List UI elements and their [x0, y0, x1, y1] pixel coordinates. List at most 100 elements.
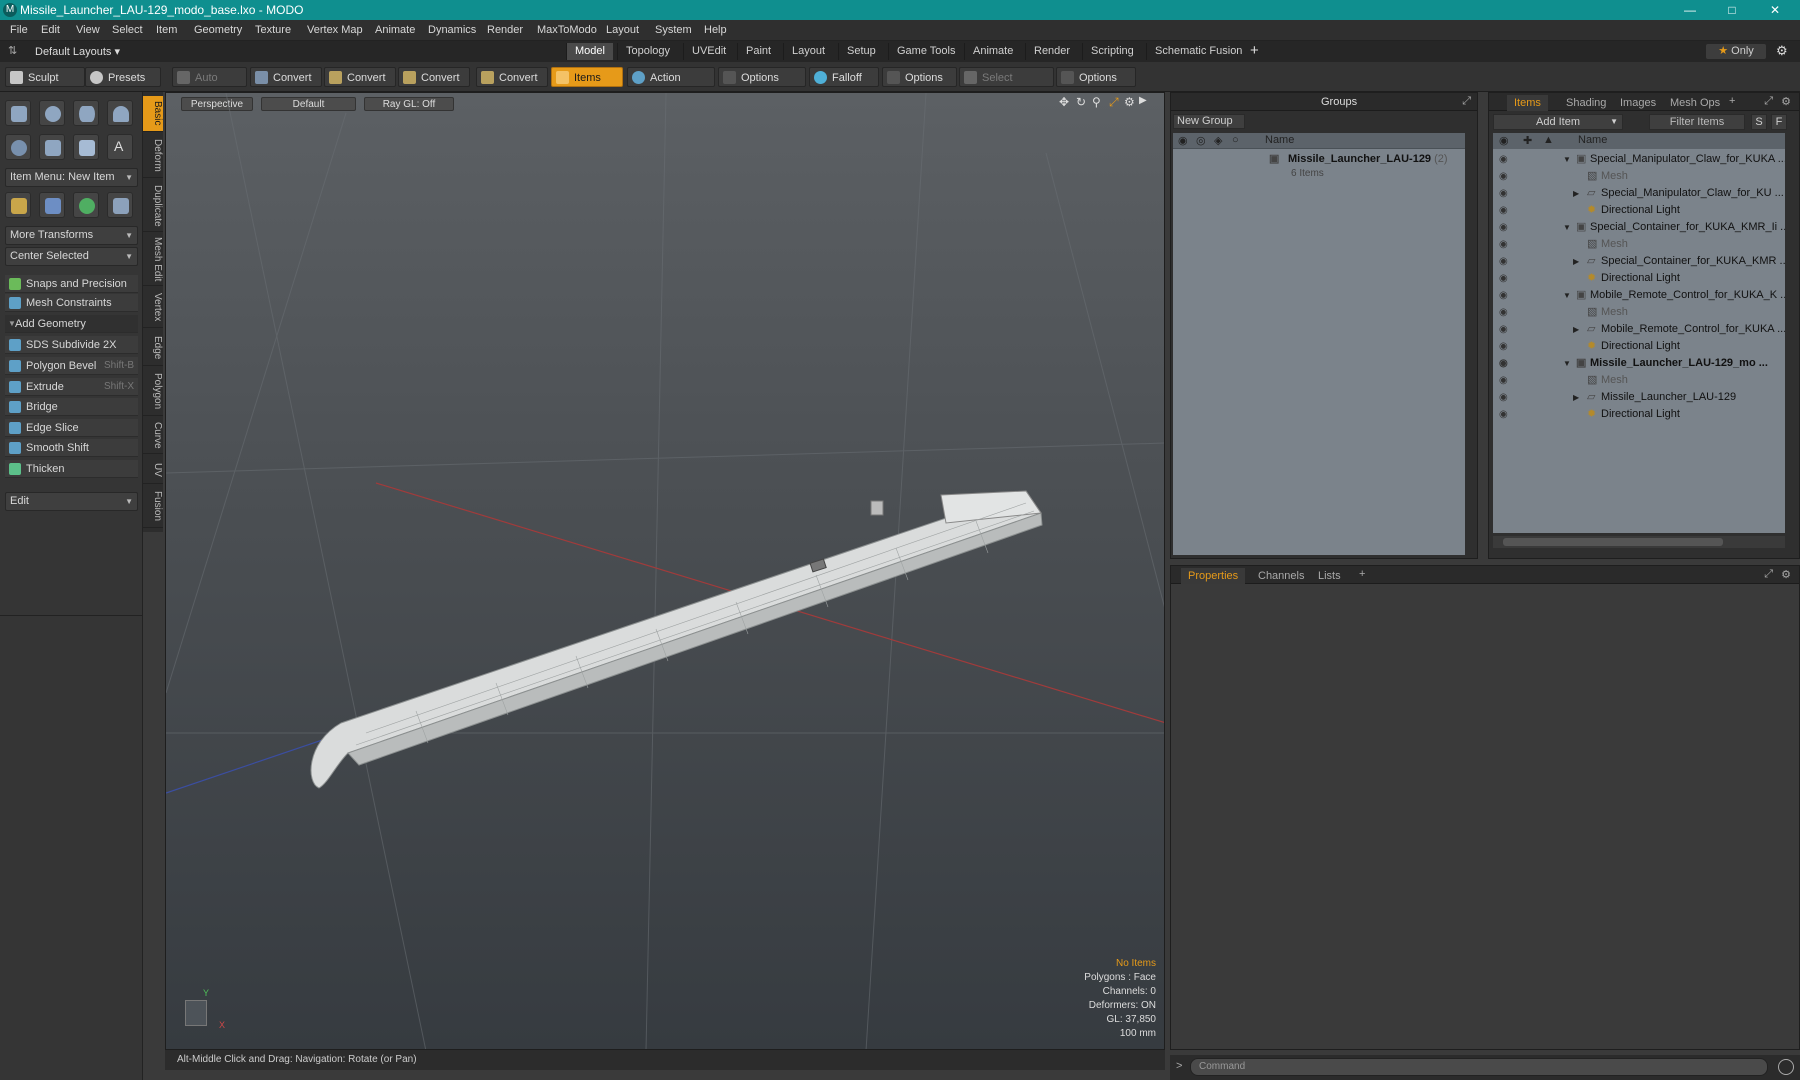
- tab-items[interactable]: Items: [1507, 95, 1548, 111]
- prism-icon[interactable]: [107, 192, 133, 218]
- item-row[interactable]: ◉ ▶ ▱ Special_Container_for_KUKA_KMR ...: [1493, 253, 1785, 270]
- layout-icon[interactable]: ⇅: [8, 44, 17, 57]
- maximize-button[interactable]: □: [1712, 0, 1752, 20]
- snaps-precision-button[interactable]: Snaps and Precision: [5, 275, 138, 293]
- expand-icon[interactable]: ⤢: [1462, 95, 1471, 108]
- vtab-uv[interactable]: UV: [143, 456, 163, 484]
- menu-render[interactable]: Render: [487, 24, 523, 36]
- horizontal-scrollbar[interactable]: [1493, 536, 1785, 548]
- tab-schematic-fusion[interactable]: Schematic Fusion: [1146, 43, 1250, 60]
- tab-render[interactable]: Render: [1025, 43, 1078, 60]
- visibility-eye-icon[interactable]: ◉: [1499, 219, 1508, 236]
- edit-dropdown[interactable]: Edit ▼: [5, 492, 138, 511]
- vtab-mesh-edit[interactable]: Mesh Edit: [143, 234, 163, 286]
- globe-icon[interactable]: [73, 192, 99, 218]
- menu-animate[interactable]: Animate: [375, 24, 415, 36]
- convert-button-1[interactable]: Convert: [250, 67, 322, 87]
- minimize-button[interactable]: —: [1670, 0, 1710, 20]
- item-row[interactable]: ◉ ✹ Directional Light: [1493, 338, 1785, 355]
- select-through-button[interactable]: Select Through: [959, 67, 1054, 104]
- tab-paint[interactable]: Paint: [737, 43, 779, 60]
- scrollbar-thumb[interactable]: [1503, 538, 1723, 546]
- tab-game-tools[interactable]: Game Tools: [888, 43, 964, 60]
- presets-button[interactable]: Presets F6: [85, 67, 161, 103]
- menu-select[interactable]: Select: [112, 24, 143, 36]
- layouts-dropdown[interactable]: Default Layouts ▾: [35, 45, 120, 58]
- item-row[interactable]: ◉ ✹ Directional Light: [1493, 202, 1785, 219]
- visibility-eye-icon[interactable]: ◉: [1499, 202, 1508, 219]
- 3d-viewport[interactable]: Perspective Default Ray GL: Off ✥ ↻ ⚲ ⤢ …: [165, 92, 1165, 1050]
- expand-arrow-icon[interactable]: ▶: [1573, 389, 1579, 406]
- options-button-1[interactable]: Options: [718, 67, 806, 87]
- filter-items-input[interactable]: Filter Items: [1649, 114, 1745, 130]
- command-input[interactable]: Command: [1190, 1058, 1768, 1076]
- tool-edge-slice[interactable]: Edge Slice: [5, 419, 138, 437]
- cube-icon[interactable]: [5, 100, 31, 126]
- menu-maxtomodo[interactable]: MaxToModo: [537, 24, 597, 36]
- item-row[interactable]: ◉ ▶ ▱ Missile_Launcher_LAU-129: [1493, 389, 1785, 406]
- gear-icon[interactable]: ⚙: [1781, 95, 1791, 108]
- tab-layout[interactable]: Layout: [783, 43, 833, 60]
- vtab-polygon[interactable]: Polygon: [143, 368, 163, 416]
- visibility-eye-icon[interactable]: ◉: [1499, 151, 1508, 168]
- visibility-eye-icon[interactable]: ◉: [1499, 304, 1508, 321]
- transform-icon[interactable]: [5, 192, 31, 218]
- convert-button-2[interactable]: Convert: [324, 67, 396, 87]
- f-filter-button[interactable]: F: [1771, 114, 1787, 130]
- tool-extrude[interactable]: Extrude Shift-X: [5, 378, 138, 396]
- gear-icon[interactable]: ⚙: [1776, 43, 1788, 59]
- add-geometry-section[interactable]: ▼ Add Geometry: [5, 315, 138, 333]
- tab-model[interactable]: Model: [566, 43, 613, 60]
- tool-smooth-shift[interactable]: Smooth Shift: [5, 439, 138, 457]
- s-filter-button[interactable]: S: [1751, 114, 1767, 130]
- item-row[interactable]: ◉ ▶ ▱ Mobile_Remote_Control_for_KUKA ...: [1493, 321, 1785, 338]
- tab-uvedit[interactable]: UVEdit: [683, 43, 734, 60]
- convert-button-3[interactable]: Convert: [398, 67, 470, 87]
- record-icon[interactable]: [1778, 1059, 1794, 1075]
- item-menu-dropdown[interactable]: Item Menu: New Item ▼: [5, 168, 138, 187]
- action-center-button[interactable]: Action Center: [627, 67, 715, 104]
- visibility-eye-icon[interactable]: ◉: [1499, 168, 1508, 185]
- tube-icon[interactable]: [39, 134, 65, 160]
- pen-icon[interactable]: [73, 134, 99, 160]
- visibility-eye-icon[interactable]: ◉: [1499, 185, 1508, 202]
- menu-geometry[interactable]: Geometry: [194, 24, 242, 36]
- add-tab-icon[interactable]: +: [1250, 42, 1259, 59]
- grid-icon[interactable]: [39, 192, 65, 218]
- vtab-fusion[interactable]: Fusion: [143, 486, 163, 528]
- item-row[interactable]: ◉ ✹ Directional Light: [1493, 270, 1785, 287]
- tool-bridge[interactable]: Bridge: [5, 398, 138, 416]
- menu-vertex-map[interactable]: Vertex Map: [307, 24, 363, 36]
- vtab-duplicate[interactable]: Duplicate: [143, 180, 163, 232]
- menu-file[interactable]: File: [10, 24, 28, 36]
- visibility-eye-icon[interactable]: ◉: [1499, 389, 1508, 406]
- add-tab-icon[interactable]: +: [1729, 95, 1735, 107]
- sphere-icon[interactable]: [39, 100, 65, 126]
- expand-icon[interactable]: ⤢: [1764, 568, 1773, 581]
- falloff-button[interactable]: Falloff: [809, 67, 879, 87]
- add-tab-icon[interactable]: +: [1359, 568, 1365, 580]
- tab-mesh-ops[interactable]: Mesh Ops: [1663, 95, 1727, 111]
- item-row[interactable]: ◉ ▼ ▣ Special_Container_for_KUKA_KMR_Ii ...: [1493, 219, 1785, 236]
- convert-button-4[interactable]: Convert: [476, 67, 548, 87]
- visibility-eye-icon[interactable]: ◉: [1499, 406, 1508, 423]
- items-mode-button[interactable]: Items: [551, 67, 623, 87]
- menu-system[interactable]: System: [655, 24, 692, 36]
- menu-dynamics[interactable]: Dynamics: [428, 24, 476, 36]
- options-button-3[interactable]: Options: [1056, 67, 1136, 87]
- item-row[interactable]: ◉ ▼ ▣ Mobile_Remote_Control_for_KUKA_K ...: [1493, 287, 1785, 304]
- menu-item[interactable]: Item: [156, 24, 177, 36]
- vtab-deform[interactable]: Deform: [143, 134, 163, 178]
- expand-arrow-icon[interactable]: ▶: [1573, 185, 1579, 202]
- tab-shading[interactable]: Shading: [1559, 95, 1613, 111]
- item-row[interactable]: ◉ ▧ Mesh: [1493, 236, 1785, 253]
- cylinder-icon[interactable]: [73, 100, 99, 126]
- item-row[interactable]: ◉ ▼ ▣ Missile_Launcher_LAU-129_mo ...: [1493, 355, 1785, 372]
- options-button-2[interactable]: Options: [882, 67, 957, 87]
- center-selected-dropdown[interactable]: Center Selected ▼: [5, 247, 138, 266]
- item-row[interactable]: ◉ ▧ Mesh: [1493, 304, 1785, 321]
- gear-icon[interactable]: ⚙: [1781, 568, 1791, 581]
- menu-layout[interactable]: Layout: [606, 24, 639, 36]
- more-transforms-dropdown[interactable]: More Transforms ▼: [5, 226, 138, 245]
- collapse-arrow-icon[interactable]: ▼: [1563, 287, 1571, 304]
